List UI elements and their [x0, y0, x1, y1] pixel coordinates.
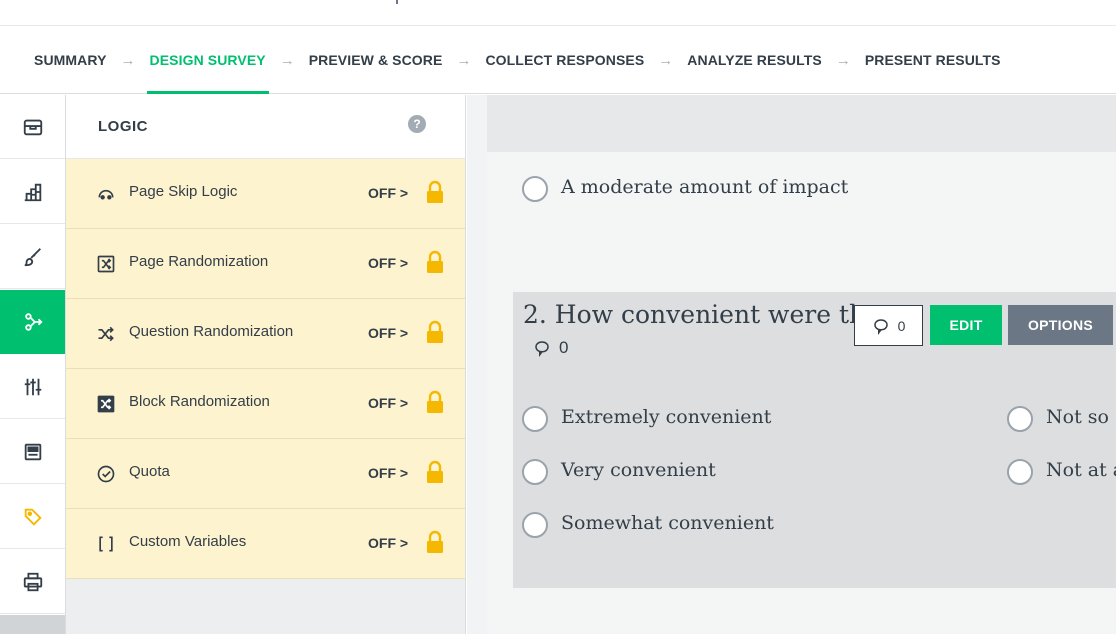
logic-panel: LOGIC ? Page Skip Logic OFF > Page Rando…: [66, 95, 466, 634]
logic-item-block-randomization[interactable]: Block Randomization OFF >: [66, 369, 465, 439]
shuffle-icon: [95, 323, 117, 345]
logic-item-label: Quota: [129, 463, 170, 480]
step-navigation: SUMMARY → DESIGN SURVEY → PREVIEW & SCOR…: [0, 27, 1116, 94]
comment-button[interactable]: 0: [854, 305, 923, 346]
radio-extremely-convenient[interactable]: [522, 406, 548, 432]
option-label: A moderate amount of impact: [561, 176, 849, 198]
lock-icon: [427, 320, 443, 343]
paintbrush-icon: [24, 247, 41, 266]
help-icon[interactable]: ?: [408, 115, 426, 133]
step-arrow-icon: →: [658, 51, 674, 69]
logic-item-page-randomization[interactable]: Page Randomization OFF >: [66, 229, 465, 299]
option-label: Somewhat convenient: [561, 512, 774, 534]
lock-icon: [427, 390, 443, 413]
rail-layout[interactable]: [0, 420, 65, 484]
page-skip-icon: [95, 183, 117, 205]
radio-moderate-impact[interactable]: [522, 176, 548, 202]
comment-count: 0: [897, 317, 906, 334]
option-label: Not so c: [1046, 406, 1116, 428]
tool-rail: [0, 95, 66, 634]
rail-tags[interactable]: [0, 485, 65, 549]
question-title: 2. How convenient were th: [523, 300, 866, 329]
logic-panel-header: LOGIC ?: [66, 95, 465, 159]
logic-item-custom-variables[interactable]: Custom Variables OFF >: [66, 509, 465, 579]
logic-item-status: OFF >: [368, 535, 409, 551]
logic-item-status: OFF >: [368, 185, 409, 201]
step-design-survey[interactable]: DESIGN SURVEY: [146, 27, 269, 94]
lock-icon: [427, 460, 443, 483]
rail-question-bank[interactable]: [0, 95, 65, 159]
logic-item-page-skip[interactable]: Page Skip Logic OFF >: [66, 159, 465, 229]
option-label: Very convenient: [561, 459, 716, 481]
comment-icon: [873, 318, 888, 335]
logic-item-quota[interactable]: Quota OFF >: [66, 439, 465, 509]
rail-design[interactable]: [0, 225, 65, 289]
sliders-icon: [24, 378, 41, 395]
question-comments[interactable]: 0: [533, 338, 568, 358]
logic-item-status: OFF >: [368, 395, 409, 411]
comment-count: 0: [559, 338, 569, 357]
lock-icon: [427, 250, 443, 273]
step-present-results[interactable]: PRESENT RESULTS: [865, 27, 1001, 94]
radio-somewhat-convenient[interactable]: [522, 512, 548, 538]
logic-item-status: OFF >: [368, 325, 409, 341]
logic-item-label: Custom Variables: [129, 533, 247, 550]
rail-builder[interactable]: [0, 160, 65, 224]
radio-not-so-convenient[interactable]: [1007, 406, 1033, 432]
step-arrow-icon: →: [279, 51, 295, 69]
logic-panel-title: LOGIC: [98, 118, 148, 135]
step-preview-score[interactable]: PREVIEW & SCORE: [309, 27, 443, 94]
radio-very-convenient[interactable]: [522, 459, 548, 485]
step-summary[interactable]: SUMMARY: [34, 27, 107, 94]
rail-logic[interactable]: [0, 290, 65, 354]
step-analyze-results[interactable]: ANALYZE RESULTS: [687, 27, 822, 94]
logic-icon: [24, 312, 43, 331]
rail-footer: [0, 615, 65, 634]
edit-button[interactable]: EDIT: [930, 305, 1002, 345]
logic-item-question-randomization[interactable]: Question Randomization OFF >: [66, 299, 465, 369]
lock-icon: [427, 530, 443, 553]
logic-item-label: Page Skip Logic: [129, 183, 238, 200]
radio-not-at-all-convenient[interactable]: [1007, 459, 1033, 485]
logic-item-label: Page Randomization: [129, 253, 269, 270]
canvas-header-block: [487, 95, 1116, 152]
step-arrow-icon: →: [835, 51, 851, 69]
rail-print[interactable]: [0, 550, 65, 614]
logic-item-label: Block Randomization: [129, 393, 270, 410]
builder-icon: [24, 183, 41, 201]
brackets-icon: [95, 533, 117, 555]
options-button[interactable]: OPTIONS: [1008, 305, 1113, 345]
layout-icon: [24, 443, 41, 460]
block-random-icon: [95, 393, 117, 415]
option-label: Not at a: [1046, 459, 1116, 481]
logic-item-status: OFF >: [368, 255, 409, 271]
rail-options[interactable]: [0, 355, 65, 419]
step-collect-responses[interactable]: COLLECT RESPONSES: [485, 27, 644, 94]
top-bar-mark: [396, 0, 398, 4]
step-arrow-icon: →: [456, 51, 472, 69]
quota-icon: [95, 463, 117, 485]
top-bar: [0, 0, 1116, 26]
page-random-icon: [95, 253, 117, 275]
tag-icon: [24, 508, 42, 526]
step-arrow-icon: →: [120, 51, 136, 69]
comment-icon: [535, 341, 549, 357]
print-icon: [23, 572, 42, 591]
question-bank-icon: [23, 119, 42, 135]
option-label: Extremely convenient: [561, 406, 772, 428]
logic-item-status: OFF >: [368, 465, 409, 481]
logic-item-label: Question Randomization: [129, 323, 294, 340]
lock-icon: [427, 180, 443, 203]
